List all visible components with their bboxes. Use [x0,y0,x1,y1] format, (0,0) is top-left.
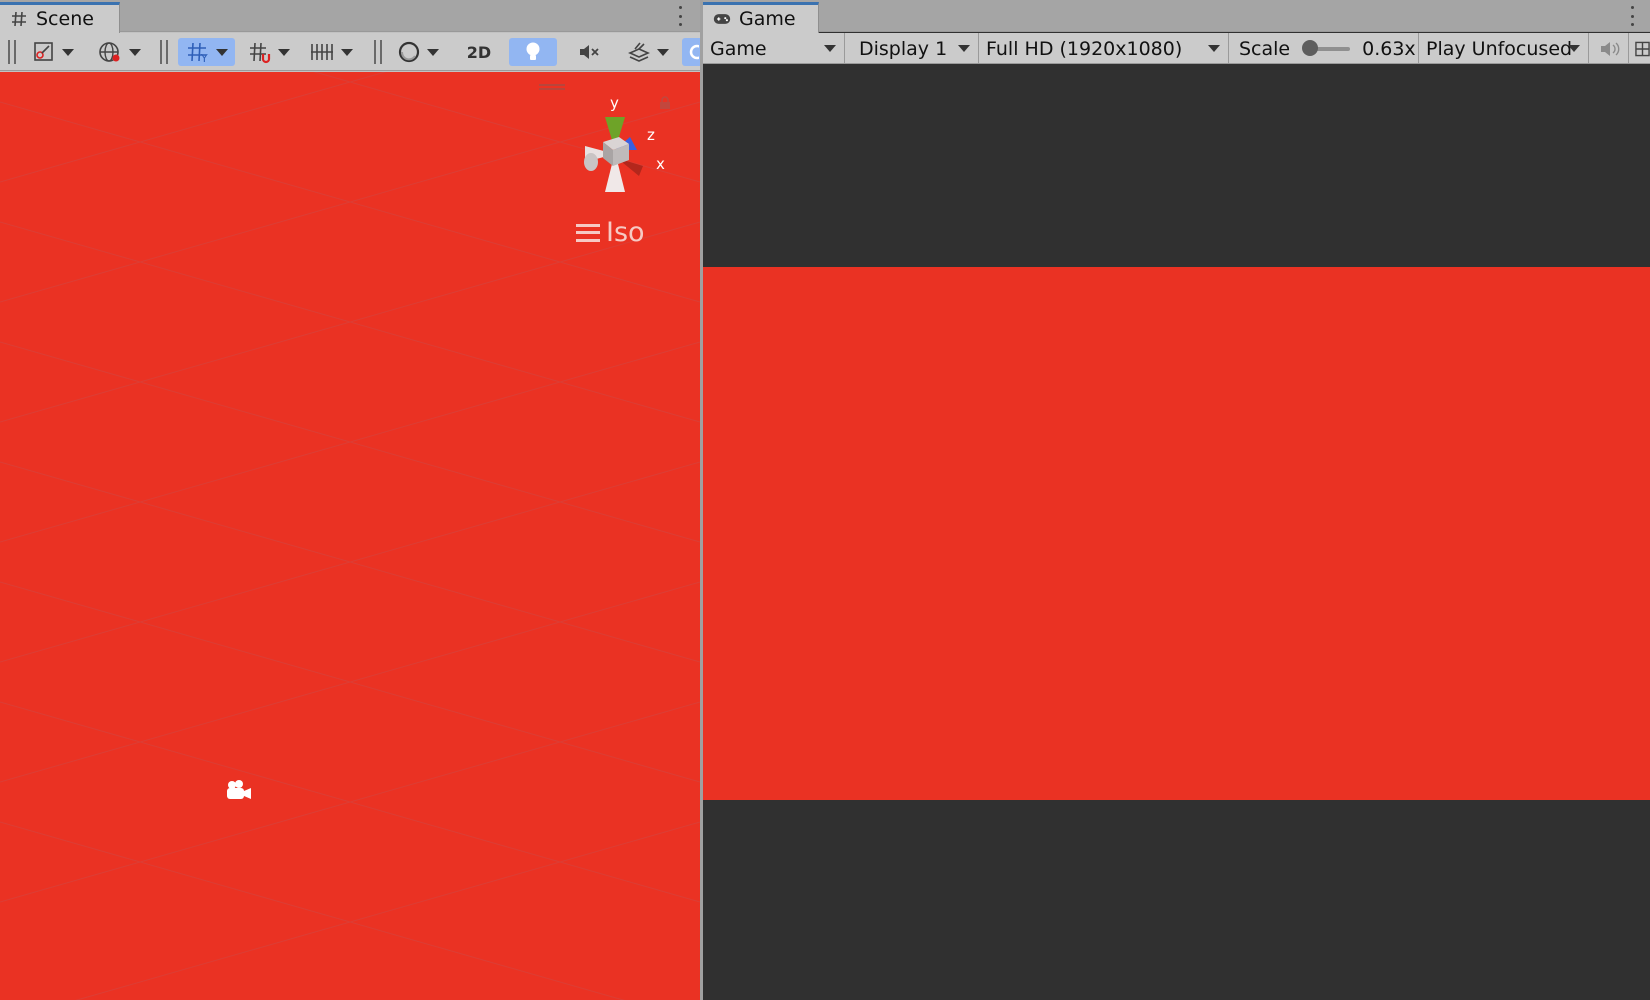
overlay-drag-handle[interactable] [539,84,565,90]
chevron-down-icon [958,45,970,52]
svg-text:Y: Y [200,52,208,64]
scale-value: 0.63x [1362,37,1416,60]
grid-y-icon: Y [187,42,208,64]
chevron-down-icon [1208,45,1220,52]
layers-effects-icon [628,42,650,62]
scene-grid [0,72,700,1000]
scene-viewport[interactable]: y z x Iso [0,72,700,1000]
gizmo-axis-y: y [610,94,619,112]
mute-audio-button[interactable] [1589,33,1629,64]
gizmo-axis-z: z [647,126,655,144]
gizmo-axis-x: x [656,155,665,173]
scale-slider-knob[interactable] [1302,39,1319,56]
display-select[interactable]: Display 1 [845,33,979,64]
play-mode-select-value: Play Unfocused [1426,37,1573,60]
game-panel: Game Game Display 1 Full HD (1920x1080) … [703,0,1650,1000]
tab-game-label: Game [739,8,796,30]
grid-snap-icon [250,42,271,64]
play-mode-select[interactable]: Play Unfocused [1419,33,1589,64]
toolbar-grip[interactable] [8,40,16,64]
grid-hash-icon [10,10,28,28]
projection-toggle[interactable]: Iso [576,217,645,248]
grid-toggle-button[interactable]: Y [178,38,235,66]
toolbar-grip[interactable] [374,40,382,64]
game-tabbar: Game [703,0,1650,33]
stats-button[interactable] [1629,33,1650,64]
hamburger-icon [576,223,600,242]
tab-game[interactable]: Game [703,2,819,33]
overflow-toolbar-button[interactable] [682,38,702,66]
scene-panel: Scene Y 2D y z x Iso [0,0,702,1000]
scene-menu-icon[interactable] [677,6,683,26]
chevron-down-icon [341,48,353,56]
audio-mute-icon [580,45,599,59]
gamepad-icon [713,10,731,28]
game-viewport[interactable] [703,64,1650,1000]
chevron-down-icon [129,48,141,56]
tab-scene[interactable]: Scene [0,2,120,33]
chevron-down-icon [427,48,439,56]
game-render-area [703,267,1650,800]
snap-toggle-button[interactable] [243,38,295,66]
globe-icon [99,42,120,62]
ruler-icon [311,44,333,60]
draw-mode-button[interactable] [26,38,78,66]
chevron-down-icon [278,48,290,56]
scene-tabbar: Scene [0,0,702,33]
shading-mode-button[interactable] [392,38,444,66]
chevron-down-icon [1568,45,1580,52]
game-toolbar: Game Display 1 Full HD (1920x1080) Scale… [703,33,1650,64]
increment-snap-button[interactable] [303,38,359,66]
scale-slider[interactable] [1302,39,1351,56]
stats-grid-icon [1635,41,1650,56]
chevron-down-icon [215,48,228,56]
scene-visibility-button[interactable] [90,38,148,66]
lightbulb-icon [526,42,540,60]
orientation-gizmo[interactable]: y z x [565,92,675,202]
effects-toggle-button[interactable] [620,38,676,66]
scale-label: Scale [1239,37,1291,60]
camera-icon[interactable] [226,778,252,802]
chevron-down-icon [657,48,669,56]
gizmos-icon [689,44,699,60]
view-select-value: Game [710,37,767,60]
game-menu-icon[interactable] [1629,6,1635,26]
chevron-down-icon [824,45,836,52]
speaker-icon [1601,41,1620,56]
toggle-2d-label: 2D [466,42,492,62]
audio-toggle-button[interactable] [566,38,612,66]
sphere-shading-icon [398,41,420,63]
toolbar-grip[interactable] [160,40,168,64]
lighting-toggle-button[interactable] [509,38,557,66]
view-select[interactable]: Game [703,33,845,64]
resolution-select[interactable]: Full HD (1920x1080) [979,33,1229,64]
tab-scene-label: Scene [36,8,94,30]
scale-control: Scale 0.63x [1229,33,1419,64]
draw-mode-icon [34,42,53,61]
display-select-value: Display 1 [859,37,948,60]
toggle-2d-button[interactable]: 2D [455,38,503,66]
scene-toolbar: Y 2D [0,33,702,71]
chevron-down-icon [62,48,74,56]
projection-label: Iso [606,217,645,248]
resolution-select-value: Full HD (1920x1080) [986,37,1183,60]
